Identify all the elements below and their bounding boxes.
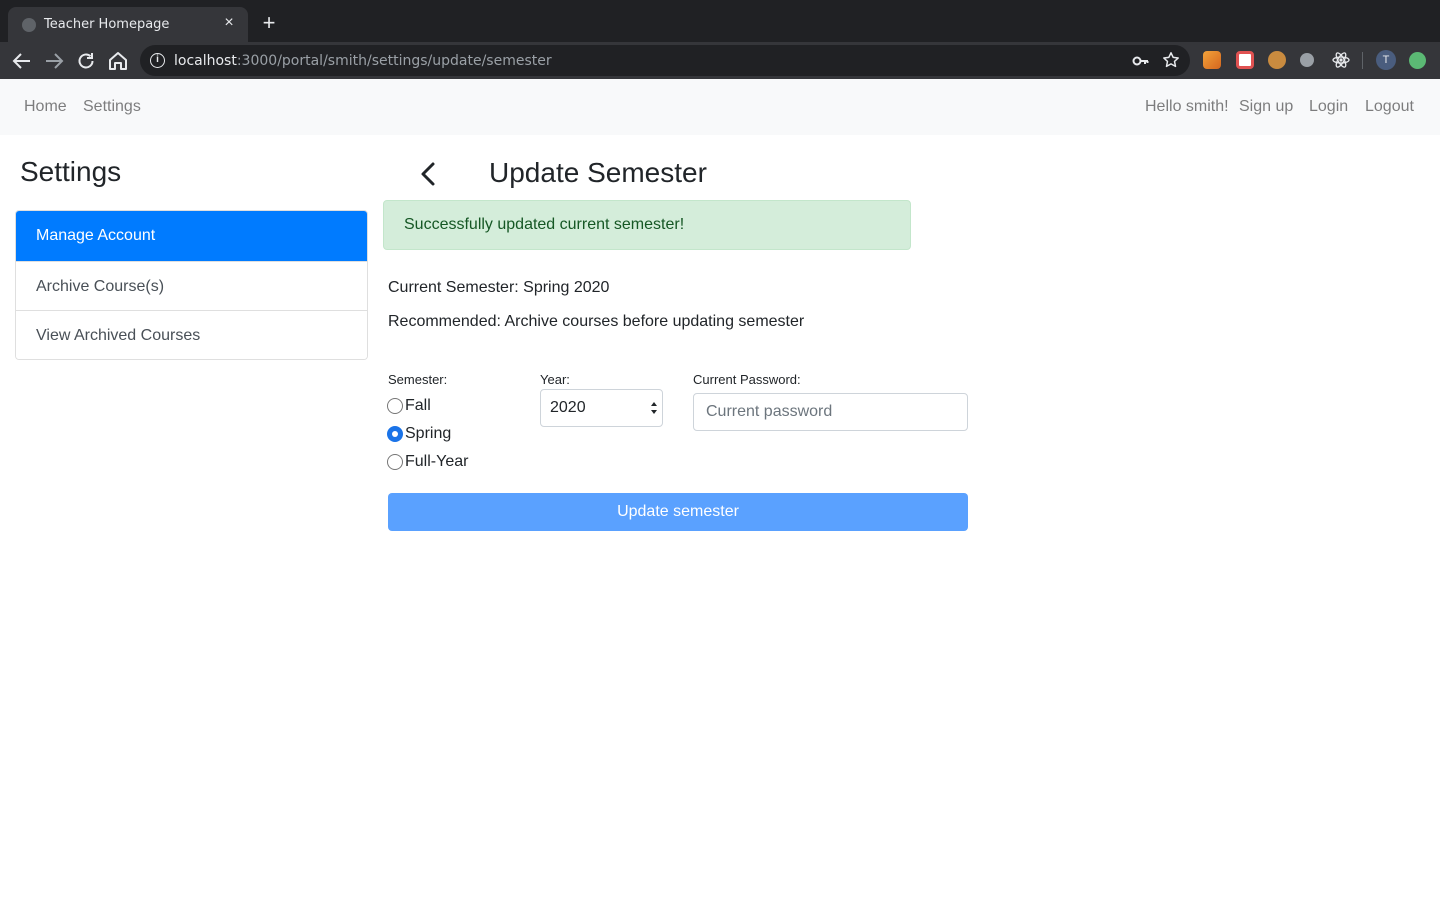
sidebar-item-archive-courses[interactable]: Archive Course(s) bbox=[16, 261, 367, 310]
success-alert: Successfully updated current semester! bbox=[383, 200, 911, 250]
nav-logout-link[interactable]: Logout bbox=[1365, 98, 1414, 116]
url-text: localhost:3000/portal/smith/settings/upd… bbox=[174, 53, 552, 69]
back-arrow-icon[interactable] bbox=[10, 49, 34, 73]
tab-title: Teacher Homepage bbox=[44, 17, 170, 32]
url-host: localhost bbox=[174, 53, 237, 69]
radio-full-year[interactable]: Full-Year bbox=[387, 452, 468, 472]
extension-icon[interactable] bbox=[1203, 51, 1221, 69]
sidebar-item-view-archived-courses[interactable]: View Archived Courses bbox=[16, 310, 367, 359]
radio-button-checked[interactable] bbox=[387, 426, 403, 442]
password-label: Current Password: bbox=[693, 372, 801, 387]
url-path: :3000/portal/smith/settings/update/semes… bbox=[236, 53, 552, 69]
nav-login-link[interactable]: Login bbox=[1309, 98, 1348, 116]
radio-label: Fall bbox=[405, 397, 431, 414]
nav-greeting: Hello smith! bbox=[1145, 98, 1229, 115]
radio-button[interactable] bbox=[387, 454, 403, 470]
browser-toolbar: i localhost:3000/portal/smith/settings/u… bbox=[0, 42, 1440, 79]
radio-fall[interactable]: Fall bbox=[387, 396, 431, 416]
radio-label: Spring bbox=[405, 425, 452, 442]
current-password-input[interactable]: Current password bbox=[693, 393, 968, 431]
radio-label: Full-Year bbox=[405, 453, 469, 470]
update-semester-button[interactable]: Update semester bbox=[388, 493, 968, 531]
radio-button[interactable] bbox=[387, 398, 403, 414]
nav-settings-link[interactable]: Settings bbox=[83, 98, 141, 116]
tab-close-icon[interactable]: × bbox=[220, 14, 238, 32]
extension-icon[interactable] bbox=[1236, 51, 1254, 69]
update-icon[interactable] bbox=[1409, 52, 1426, 69]
recommendation-text: Recommended: Archive courses before upda… bbox=[388, 313, 805, 330]
settings-menu: Manage Account Archive Course(s) View Ar… bbox=[15, 210, 368, 360]
back-chevron-icon[interactable] bbox=[415, 160, 443, 188]
bookmark-star-icon[interactable] bbox=[1162, 51, 1180, 69]
sidebar-title: Settings bbox=[20, 156, 122, 187]
globe-icon bbox=[22, 18, 36, 32]
nav-home-link[interactable]: Home bbox=[24, 98, 67, 116]
key-icon[interactable] bbox=[1132, 52, 1150, 70]
semester-label: Semester: bbox=[388, 372, 448, 387]
toolbar-divider bbox=[1362, 52, 1363, 69]
browser-tab-bar: Teacher Homepage × + bbox=[0, 0, 1440, 42]
current-semester-text: Current Semester: Spring 2020 bbox=[388, 279, 610, 296]
radio-spring[interactable]: Spring bbox=[387, 424, 451, 444]
sidebar-item-manage-account[interactable]: Manage Account bbox=[16, 211, 367, 261]
app-navbar: Home Settings Hello smith! Sign up Login… bbox=[0, 79, 1440, 135]
cookie-icon[interactable] bbox=[1268, 51, 1286, 69]
select-arrows-icon bbox=[651, 402, 657, 414]
year-select-value: 2020 bbox=[550, 399, 586, 416]
nav-signup-link[interactable]: Sign up bbox=[1239, 98, 1293, 116]
browser-tab[interactable]: Teacher Homepage × bbox=[8, 7, 248, 42]
react-devtools-icon[interactable] bbox=[1332, 51, 1350, 69]
site-info-icon[interactable]: i bbox=[150, 53, 165, 68]
reload-icon[interactable] bbox=[74, 49, 98, 73]
profile-avatar[interactable]: T bbox=[1376, 50, 1396, 70]
year-select[interactable]: 2020 bbox=[540, 389, 663, 427]
extension-icon[interactable] bbox=[1300, 53, 1314, 67]
forward-arrow-icon[interactable] bbox=[42, 49, 66, 73]
year-label: Year: bbox=[540, 372, 570, 387]
new-tab-icon[interactable]: + bbox=[258, 12, 280, 34]
address-bar[interactable]: i localhost:3000/portal/smith/settings/u… bbox=[140, 45, 1190, 76]
page-title: Update Semester bbox=[489, 157, 707, 188]
home-icon[interactable] bbox=[106, 49, 130, 73]
